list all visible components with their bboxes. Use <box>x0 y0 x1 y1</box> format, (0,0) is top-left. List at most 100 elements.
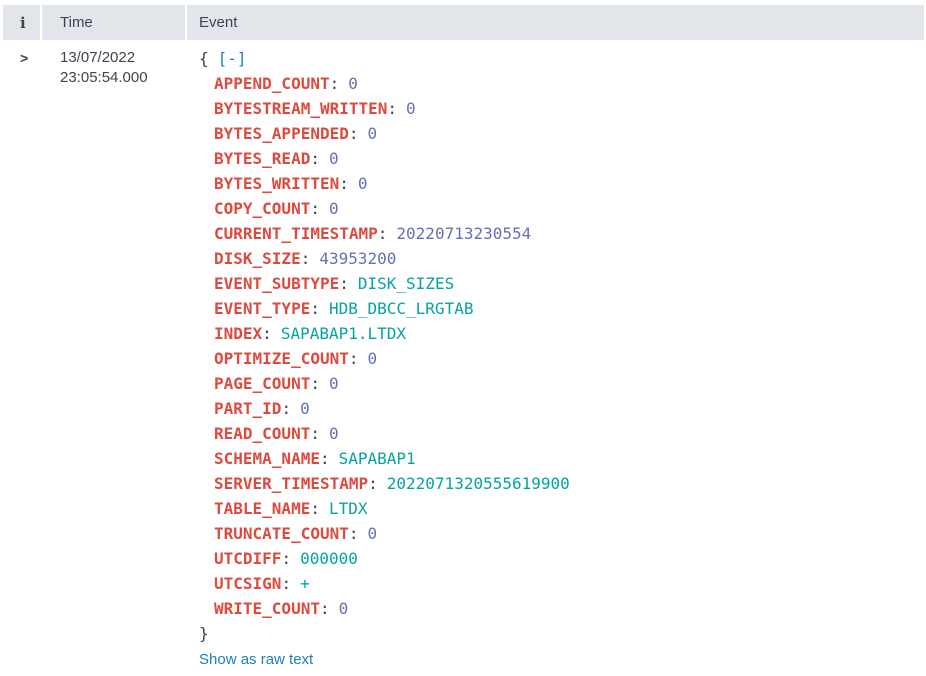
json-field-value[interactable]: 2022071320555619900 <box>387 474 570 493</box>
json-field-value[interactable]: 43953200 <box>319 249 396 268</box>
json-field-value[interactable]: SAPABAP1 <box>339 449 416 468</box>
json-field-key[interactable]: UTCDIFF <box>214 549 281 568</box>
json-field-key[interactable]: OPTIMIZE_COUNT <box>214 349 349 368</box>
json-field-line: TABLE_NAME: LTDX <box>199 496 924 521</box>
json-colon: : <box>310 299 320 318</box>
json-field-key[interactable]: EVENT_SUBTYPE <box>214 274 339 293</box>
json-field-key[interactable]: SERVER_TIMESTAMP <box>214 474 368 493</box>
json-field-line: READ_COUNT:0 <box>199 421 924 446</box>
json-collapse-toggle[interactable]: [-] <box>218 49 247 68</box>
json-field-line: EVENT_TYPE: HDB_DBCC_LRGTAB <box>199 296 924 321</box>
event-time-clock: 23:05:54.000 <box>60 68 185 88</box>
json-field-line: CURRENT_TIMESTAMP:20220713230554 <box>199 221 924 246</box>
column-header-time: Time <box>42 5 185 40</box>
events-viewer: i Time Event > 13/07/2022 23:05:54.000 {… <box>0 0 926 671</box>
json-colon: : <box>301 249 311 268</box>
json-field-line: SERVER_TIMESTAMP:2022071320555619900 <box>199 471 924 496</box>
json-field-key[interactable]: PART_ID <box>214 399 281 418</box>
json-close-brace: } <box>199 624 209 643</box>
json-field-key[interactable]: INDEX <box>214 324 262 343</box>
column-header-info: i <box>3 5 40 40</box>
json-field-value[interactable]: LTDX <box>329 499 368 518</box>
json-fields: APPEND_COUNT:0 BYTESTREAM_WRITTEN:0 BYTE… <box>199 71 924 621</box>
json-field-key[interactable]: TRUNCATE_COUNT <box>214 524 349 543</box>
json-field-key[interactable]: CURRENT_TIMESTAMP <box>214 224 378 243</box>
json-field-key[interactable]: APPEND_COUNT <box>214 74 330 93</box>
json-field-line: COPY_COUNT:0 <box>199 196 924 221</box>
json-colon: : <box>310 199 320 218</box>
json-field-key[interactable]: DISK_SIZE <box>214 249 301 268</box>
json-field-value[interactable]: 0 <box>329 149 339 168</box>
json-field-value[interactable]: 0 <box>339 599 349 618</box>
expand-chevron-icon[interactable]: > <box>20 50 28 66</box>
json-colon: : <box>349 524 359 543</box>
json-field-line: BYTES_READ:0 <box>199 146 924 171</box>
json-field-value[interactable]: 0 <box>300 399 310 418</box>
column-header-time-label: Time <box>60 14 93 31</box>
json-field-value[interactable]: 0 <box>329 424 339 443</box>
json-colon: : <box>310 374 320 393</box>
event-row: > 13/07/2022 23:05:54.000 { [-] APPEND_CO… <box>3 40 924 671</box>
json-field-line: PAGE_COUNT:0 <box>199 371 924 396</box>
json-field-key[interactable]: READ_COUNT <box>214 424 310 443</box>
json-colon: : <box>281 399 291 418</box>
json-field-value[interactable]: 0 <box>406 99 416 118</box>
json-colon: : <box>310 499 320 518</box>
json-field-value[interactable]: 000000 <box>300 549 358 568</box>
json-colon: : <box>378 224 388 243</box>
show-raw-text-link[interactable]: Show as raw text <box>199 649 313 670</box>
json-colon: : <box>349 124 359 143</box>
info-icon: i <box>20 14 26 32</box>
json-field-value[interactable]: SAPABAP1.LTDX <box>281 324 406 343</box>
json-colon: : <box>387 99 397 118</box>
json-field-line: PART_ID:0 <box>199 396 924 421</box>
json-field-line: EVENT_SUBTYPE: DISK_SIZES <box>199 271 924 296</box>
json-colon: : <box>339 274 349 293</box>
event-json-cell: {[-] APPEND_COUNT:0 BYTESTREAM_WRITTEN:0… <box>187 46 924 671</box>
json-field-value[interactable]: 0 <box>358 174 368 193</box>
json-field-line: UTCDIFF:000000 <box>199 546 924 571</box>
column-header-event: Event <box>187 5 924 40</box>
json-field-key[interactable]: BYTES_APPENDED <box>214 124 349 143</box>
json-colon: : <box>281 574 291 593</box>
json-field-key[interactable]: BYTESTREAM_WRITTEN <box>214 99 387 118</box>
json-colon: : <box>368 474 378 493</box>
column-header-event-label: Event <box>199 14 237 31</box>
json-field-key[interactable]: BYTES_WRITTEN <box>214 174 339 193</box>
json-field-key[interactable]: PAGE_COUNT <box>214 374 310 393</box>
json-colon: : <box>262 324 272 343</box>
json-field-line: BYTES_WRITTEN:0 <box>199 171 924 196</box>
json-field-value[interactable]: 0 <box>368 524 378 543</box>
json-field-line: INDEX: SAPABAP1.LTDX <box>199 321 924 346</box>
json-field-key[interactable]: UTCSIGN <box>214 574 281 593</box>
json-field-line: BYTES_APPENDED:0 <box>199 121 924 146</box>
json-field-value[interactable]: HDB_DBCC_LRGTAB <box>329 299 474 318</box>
json-field-line: TRUNCATE_COUNT:0 <box>199 521 924 546</box>
json-field-value[interactable]: 0 <box>368 124 378 143</box>
json-field-key[interactable]: EVENT_TYPE <box>214 299 310 318</box>
json-field-value[interactable]: 0 <box>348 74 358 93</box>
json-colon: : <box>330 74 340 93</box>
json-field-line: DISK_SIZE:43953200 <box>199 246 924 271</box>
json-field-line: BYTESTREAM_WRITTEN:0 <box>199 96 924 121</box>
event-time-date: 13/07/2022 <box>60 48 185 68</box>
json-field-key[interactable]: SCHEMA_NAME <box>214 449 320 468</box>
json-field-key[interactable]: COPY_COUNT <box>214 199 310 218</box>
json-field-value[interactable]: DISK_SIZES <box>358 274 454 293</box>
json-colon: : <box>339 174 349 193</box>
json-field-value[interactable]: 20220713230554 <box>396 224 531 243</box>
json-field-key[interactable]: BYTES_READ <box>214 149 310 168</box>
json-field-value[interactable]: 0 <box>329 199 339 218</box>
json-field-key[interactable]: WRITE_COUNT <box>214 599 320 618</box>
json-open-brace: { <box>199 49 209 68</box>
json-field-value[interactable]: 0 <box>368 349 378 368</box>
json-field-line: OPTIMIZE_COUNT:0 <box>199 346 924 371</box>
json-colon: : <box>320 599 330 618</box>
json-field-key[interactable]: TABLE_NAME <box>214 499 310 518</box>
json-field-value[interactable]: + <box>300 574 310 593</box>
json-field-value[interactable]: 0 <box>329 374 339 393</box>
json-open-line: { [-] <box>199 46 924 71</box>
json-colon: : <box>310 149 320 168</box>
event-expand-cell: > <box>3 46 40 671</box>
json-colon: : <box>310 424 320 443</box>
